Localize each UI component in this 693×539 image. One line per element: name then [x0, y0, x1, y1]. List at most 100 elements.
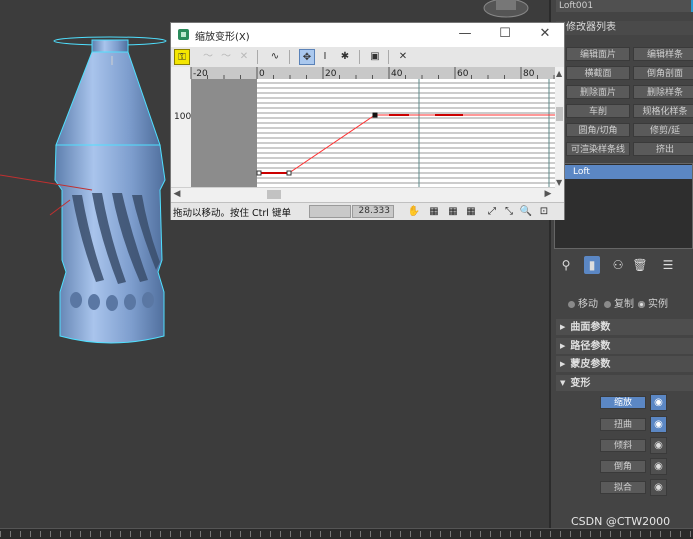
- modifier-button[interactable]: 编辑样条: [633, 47, 693, 61]
- deform-scale-button[interactable]: 缩放: [600, 396, 646, 409]
- modifier-button[interactable]: 圆角/切角: [566, 123, 630, 137]
- radio-move-label: 移动: [578, 299, 598, 310]
- rollout-deformations[interactable]: ▼ 变形: [556, 375, 693, 391]
- stack-toolbar: ⚲ ▮ ⚇ 🗑 ☰: [554, 254, 693, 276]
- modifier-button[interactable]: 可渲染样条线: [566, 142, 630, 156]
- modifier-button[interactable]: 规格化样条: [633, 104, 693, 118]
- radio-copy-label: 复制: [614, 299, 634, 310]
- swap-curves-icon[interactable]: ∿: [267, 49, 283, 65]
- pin-stack-icon[interactable]: ⚲: [558, 256, 574, 274]
- command-panel: Loft001 修改器列表 编辑面片 编辑样条 横截面 倒角剖面 删除面片 删除…: [549, 0, 693, 528]
- minimize-icon[interactable]: —: [445, 23, 485, 47]
- pan-hand-icon[interactable]: ✋: [407, 205, 421, 218]
- close-icon[interactable]: ✕: [525, 23, 565, 47]
- control-point-selected[interactable]: [372, 112, 378, 118]
- display-xy-axes-icon[interactable]: ✕: [236, 49, 252, 65]
- show-end-result-icon[interactable]: ▮: [584, 256, 600, 274]
- display-y-axis-icon[interactable]: ～: [218, 49, 234, 65]
- zoom-region-icon[interactable]: ⊡: [537, 205, 551, 218]
- stack-item-loft[interactable]: Loft: [555, 165, 692, 179]
- deform-twist-button[interactable]: 扭曲: [600, 418, 646, 431]
- modifier-button[interactable]: 倒角剖面: [633, 66, 693, 80]
- copy-instance-options: 移动 复制 实例: [556, 297, 693, 313]
- collapse-triangle-icon: ▼: [560, 379, 566, 387]
- radio-instance[interactable]: [638, 301, 645, 308]
- deform-bevel-toggle-icon[interactable]: ◉: [650, 458, 667, 475]
- make-unique-icon[interactable]: ⚇: [610, 256, 626, 274]
- ruler-label: 60: [457, 69, 469, 79]
- deform-twist-toggle-icon[interactable]: ◉: [650, 416, 667, 433]
- ruler-label: 0: [259, 69, 265, 79]
- zoom-icon[interactable]: 🔍: [519, 205, 533, 218]
- modifier-button[interactable]: 编辑面片: [566, 47, 630, 61]
- rollout-path-params[interactable]: ▶ 路径参数: [556, 338, 693, 354]
- position-field[interactable]: [309, 205, 351, 218]
- deform-bevel-button[interactable]: 倒角: [600, 460, 646, 473]
- vertical-scrollbar[interactable]: [555, 67, 564, 187]
- zoom-vertical-icon[interactable]: ⤡: [502, 205, 516, 218]
- move-control-point-icon[interactable]: ✥: [299, 49, 315, 65]
- deform-teeter-toggle-icon[interactable]: ◉: [650, 437, 667, 454]
- ruler-label: 80: [523, 69, 535, 79]
- modifier-button[interactable]: 修剪/延: [633, 123, 693, 137]
- dialog-titlebar[interactable]: 缩放变形(X) — ☐ ✕: [171, 23, 564, 47]
- radio-instance-label: 实例: [648, 299, 668, 310]
- maximize-icon[interactable]: ☐: [485, 23, 525, 47]
- scroll-right-icon[interactable]: ▶: [542, 188, 554, 201]
- deform-toolbar: ⚿ ～ ～ ✕ ∿ ✥ I ✱ ▣ ✕: [171, 47, 564, 68]
- deform-fit-toggle-icon[interactable]: ◉: [650, 479, 667, 496]
- scroll-left-icon[interactable]: ◀: [171, 188, 183, 201]
- toolbar-separator: [289, 50, 290, 64]
- modifier-button[interactable]: 车削: [566, 104, 630, 118]
- zoom-extents-icon[interactable]: ▦: [427, 205, 441, 218]
- value-field[interactable]: 28.333: [352, 205, 394, 218]
- rollout-label: 变形: [570, 378, 591, 389]
- delete-control-point-icon[interactable]: ▣: [367, 49, 383, 65]
- control-point[interactable]: [256, 170, 262, 176]
- radio-move[interactable]: [568, 301, 575, 308]
- control-point[interactable]: [286, 170, 292, 176]
- time-ticks: [0, 531, 693, 537]
- modifier-button[interactable]: 删除样条: [633, 85, 693, 99]
- scroll-down-icon[interactable]: ▼: [556, 178, 563, 187]
- modifier-button[interactable]: 横截面: [566, 66, 630, 80]
- zoom-vertical-extents-icon[interactable]: ▦: [464, 205, 478, 218]
- y-axis-value-label: 100: [174, 112, 191, 122]
- configure-sets-icon[interactable]: ☰: [660, 256, 676, 274]
- remove-modifier-icon[interactable]: 🗑: [632, 256, 648, 274]
- modifier-stack[interactable]: Loft: [554, 163, 693, 249]
- insert-corner-point-icon[interactable]: ✱: [337, 49, 353, 65]
- object-name-field[interactable]: Loft001: [556, 0, 693, 12]
- deform-graph-svg[interactable]: -20 0 20 40 60 80 100 ▲ ▼: [171, 67, 564, 187]
- dialog-statusbar: 拖动以移动。按住 Ctrl 键单 28.333 ✋ ▦ ▦ ▦ ⤢ ⤡ 🔍 ⊡: [171, 202, 564, 220]
- rollout-skin-params[interactable]: ▶ 蒙皮参数: [556, 356, 693, 372]
- vertical-scroll-thumb[interactable]: [556, 107, 563, 121]
- deform-curve-graph[interactable]: -20 0 20 40 60 80 100 ▲ ▼: [171, 67, 564, 187]
- deform-scale-toggle-icon[interactable]: ◉: [650, 394, 667, 411]
- expand-triangle-icon: ▶: [560, 323, 566, 331]
- dialog-title: 缩放变形(X): [195, 32, 250, 43]
- status-hint: 拖动以移动。按住 Ctrl 键单: [173, 208, 291, 219]
- watermark: CSDN @CTW2000: [571, 515, 671, 528]
- horizontal-scroll-thumb[interactable]: [267, 190, 281, 199]
- rollout-label: 路径参数: [570, 341, 611, 352]
- zoom-horizontal-icon[interactable]: ⤢: [485, 205, 499, 218]
- modifier-button[interactable]: 删除面片: [566, 85, 630, 99]
- make-symmetrical-icon[interactable]: ⚿: [174, 49, 190, 65]
- modifier-list-dropdown[interactable]: 修改器列表: [556, 21, 693, 35]
- modifier-button[interactable]: 挤出: [633, 142, 693, 156]
- radio-copy[interactable]: [604, 301, 611, 308]
- zoom-horizontal-extents-icon[interactable]: ▦: [446, 205, 460, 218]
- scale-control-point-icon[interactable]: I: [317, 49, 333, 65]
- horizontal-scrollbar[interactable]: ◀ ▶: [171, 187, 555, 201]
- scroll-up-icon[interactable]: ▲: [556, 69, 563, 78]
- time-slider-strip[interactable]: [0, 528, 693, 539]
- deform-teeter-button[interactable]: 倾斜: [600, 439, 646, 452]
- reset-curve-icon[interactable]: ✕: [395, 49, 411, 65]
- deform-fit-button[interactable]: 拟合: [600, 481, 646, 494]
- toolbar-separator: [359, 50, 360, 64]
- rollout-surface-params[interactable]: ▶ 曲面参数: [556, 319, 693, 335]
- expand-triangle-icon: ▶: [560, 360, 566, 368]
- display-x-axis-icon[interactable]: ～: [200, 49, 216, 65]
- ruler-label: 40: [391, 69, 403, 79]
